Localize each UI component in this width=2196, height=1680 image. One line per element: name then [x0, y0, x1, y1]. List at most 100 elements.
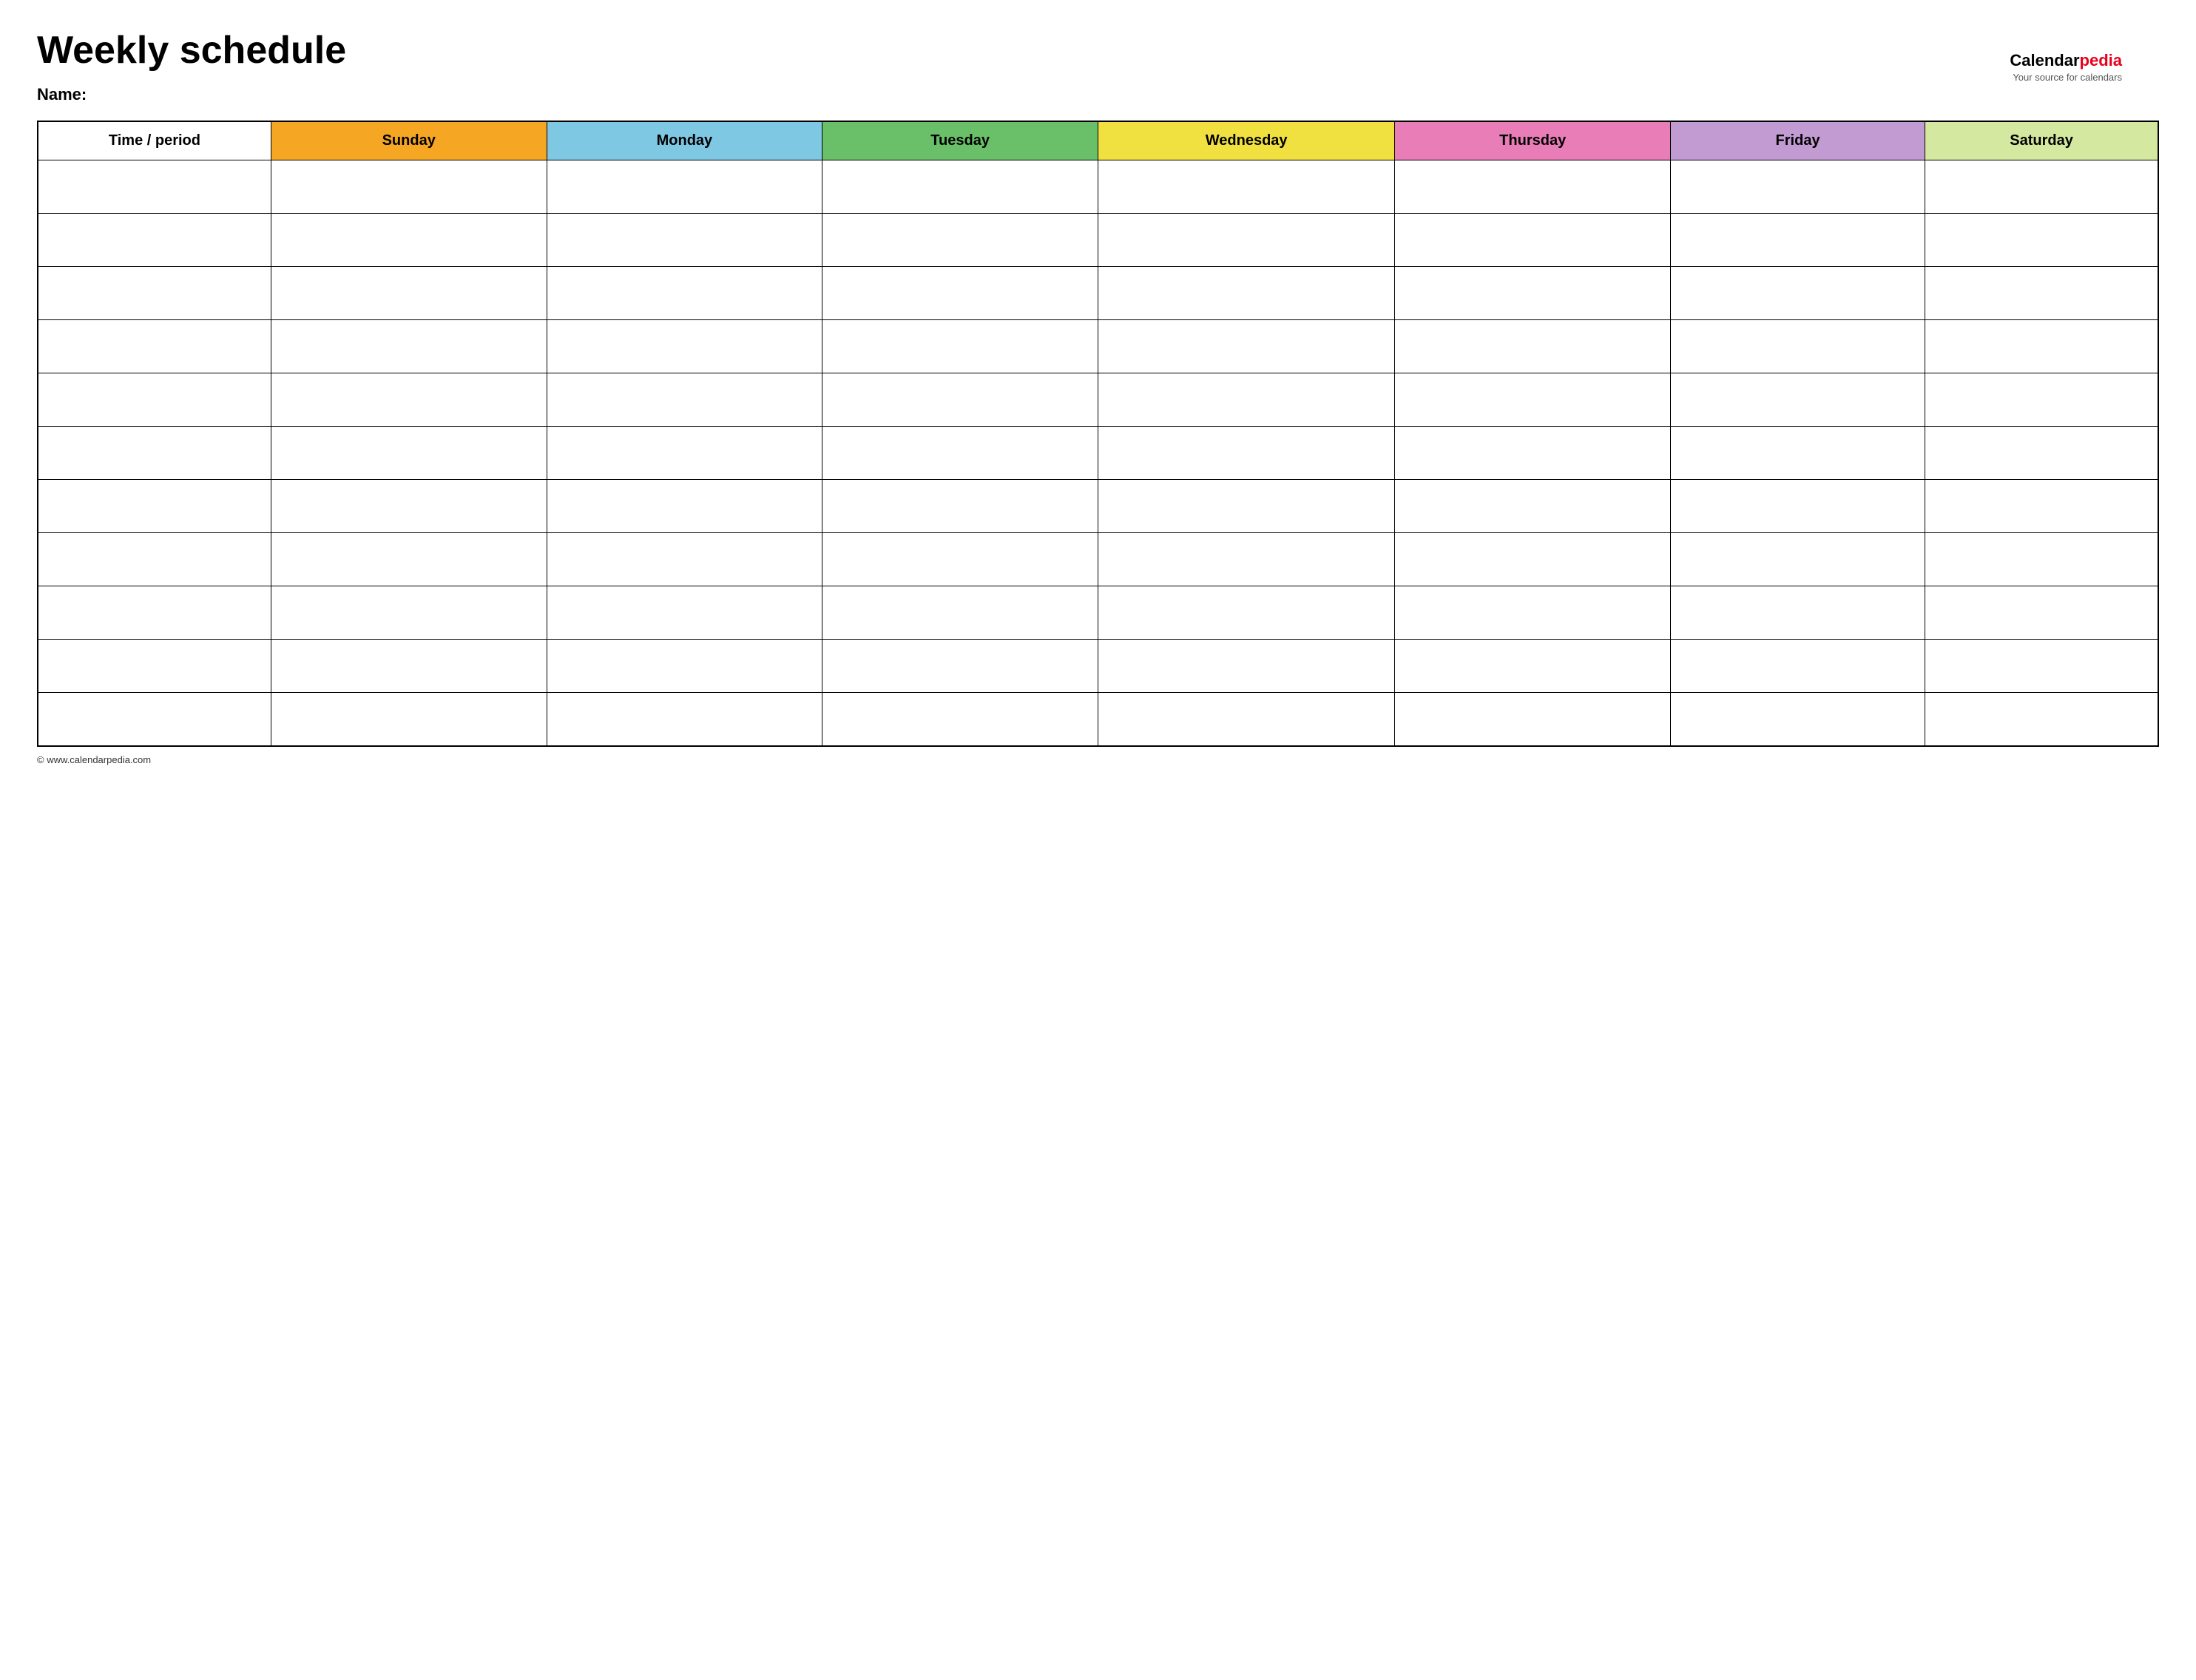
table-cell[interactable]: [271, 533, 547, 586]
table-cell[interactable]: [1395, 373, 1671, 427]
table-cell[interactable]: [822, 640, 1098, 693]
table-cell[interactable]: [547, 214, 822, 267]
table-cell[interactable]: [1671, 214, 1925, 267]
table-cell[interactable]: [38, 320, 271, 373]
table-cell[interactable]: [1098, 160, 1394, 214]
table-cell[interactable]: [547, 427, 822, 480]
table-cell[interactable]: [547, 640, 822, 693]
table-cell[interactable]: [1098, 320, 1394, 373]
table-cell[interactable]: [822, 214, 1098, 267]
table-cell[interactable]: [1098, 267, 1394, 320]
table-cell[interactable]: [1671, 480, 1925, 533]
brand-name-calendar: Calendar: [2010, 51, 2079, 70]
table-cell[interactable]: [1098, 533, 1394, 586]
table-cell[interactable]: [1671, 267, 1925, 320]
table-cell[interactable]: [1098, 214, 1394, 267]
table-cell[interactable]: [1098, 586, 1394, 640]
table-cell[interactable]: [1671, 533, 1925, 586]
table-cell[interactable]: [271, 640, 547, 693]
table-cell[interactable]: [271, 267, 547, 320]
header-tuesday: Tuesday: [822, 121, 1098, 160]
table-cell[interactable]: [1925, 373, 2158, 427]
table-row: [38, 427, 2158, 480]
brand-name-pedia: pedia: [2080, 51, 2122, 70]
footer: © www.calendarpedia.com: [37, 754, 2159, 765]
table-cell[interactable]: [822, 267, 1098, 320]
table-cell[interactable]: [1395, 693, 1671, 746]
table-row: [38, 480, 2158, 533]
table-cell[interactable]: [1395, 640, 1671, 693]
table-cell[interactable]: [271, 214, 547, 267]
table-cell[interactable]: [38, 160, 271, 214]
page-title: Weekly schedule: [37, 30, 2159, 72]
table-cell[interactable]: [1671, 427, 1925, 480]
table-cell[interactable]: [547, 693, 822, 746]
table-cell[interactable]: [547, 373, 822, 427]
table-cell[interactable]: [1925, 533, 2158, 586]
table-cell[interactable]: [38, 427, 271, 480]
brand-tagline: Your source for calendars: [2010, 72, 2122, 84]
table-cell[interactable]: [1671, 373, 1925, 427]
table-cell[interactable]: [1098, 640, 1394, 693]
table-cell[interactable]: [822, 533, 1098, 586]
table-cell[interactable]: [822, 586, 1098, 640]
table-cell[interactable]: [1925, 693, 2158, 746]
table-cell[interactable]: [547, 267, 822, 320]
table-cell[interactable]: [1671, 586, 1925, 640]
table-cell[interactable]: [271, 586, 547, 640]
table-cell[interactable]: [1671, 320, 1925, 373]
table-cell[interactable]: [1671, 640, 1925, 693]
table-cell[interactable]: [271, 427, 547, 480]
table-cell[interactable]: [1671, 693, 1925, 746]
table-cell[interactable]: [1925, 320, 2158, 373]
table-cell[interactable]: [822, 427, 1098, 480]
table-cell[interactable]: [1098, 480, 1394, 533]
table-cell[interactable]: [822, 480, 1098, 533]
table-cell[interactable]: [822, 693, 1098, 746]
table-cell[interactable]: [1395, 533, 1671, 586]
table-cell[interactable]: [38, 640, 271, 693]
table-cell[interactable]: [1395, 480, 1671, 533]
table-cell[interactable]: [38, 693, 271, 746]
table-cell[interactable]: [822, 160, 1098, 214]
table-cell[interactable]: [822, 320, 1098, 373]
table-cell[interactable]: [38, 586, 271, 640]
table-cell[interactable]: [1925, 267, 2158, 320]
table-cell[interactable]: [1395, 267, 1671, 320]
table-cell[interactable]: [1925, 640, 2158, 693]
header-monday: Monday: [547, 121, 822, 160]
table-cell[interactable]: [1098, 373, 1394, 427]
table-cell[interactable]: [1925, 480, 2158, 533]
footer-url: © www.calendarpedia.com: [37, 754, 151, 765]
table-cell[interactable]: [547, 480, 822, 533]
table-cell[interactable]: [1925, 586, 2158, 640]
table-cell[interactable]: [271, 160, 547, 214]
table-cell[interactable]: [547, 533, 822, 586]
header-thursday: Thursday: [1395, 121, 1671, 160]
table-cell[interactable]: [271, 320, 547, 373]
table-cell[interactable]: [822, 373, 1098, 427]
table-cell[interactable]: [1395, 160, 1671, 214]
table-cell[interactable]: [1671, 160, 1925, 214]
table-cell[interactable]: [38, 533, 271, 586]
table-cell[interactable]: [547, 160, 822, 214]
table-cell[interactable]: [1395, 586, 1671, 640]
table-cell[interactable]: [1925, 160, 2158, 214]
table-cell[interactable]: [271, 693, 547, 746]
table-cell[interactable]: [38, 480, 271, 533]
table-cell[interactable]: [1098, 693, 1394, 746]
table-cell[interactable]: [1098, 427, 1394, 480]
table-cell[interactable]: [271, 480, 547, 533]
table-cell[interactable]: [271, 373, 547, 427]
table-cell[interactable]: [547, 320, 822, 373]
table-cell[interactable]: [1925, 214, 2158, 267]
table-cell[interactable]: [547, 586, 822, 640]
table-cell[interactable]: [1395, 427, 1671, 480]
table-cell[interactable]: [38, 214, 271, 267]
table-cell[interactable]: [38, 267, 271, 320]
table-cell[interactable]: [1395, 320, 1671, 373]
header-saturday: Saturday: [1925, 121, 2158, 160]
table-cell[interactable]: [1925, 427, 2158, 480]
table-cell[interactable]: [1395, 214, 1671, 267]
table-cell[interactable]: [38, 373, 271, 427]
